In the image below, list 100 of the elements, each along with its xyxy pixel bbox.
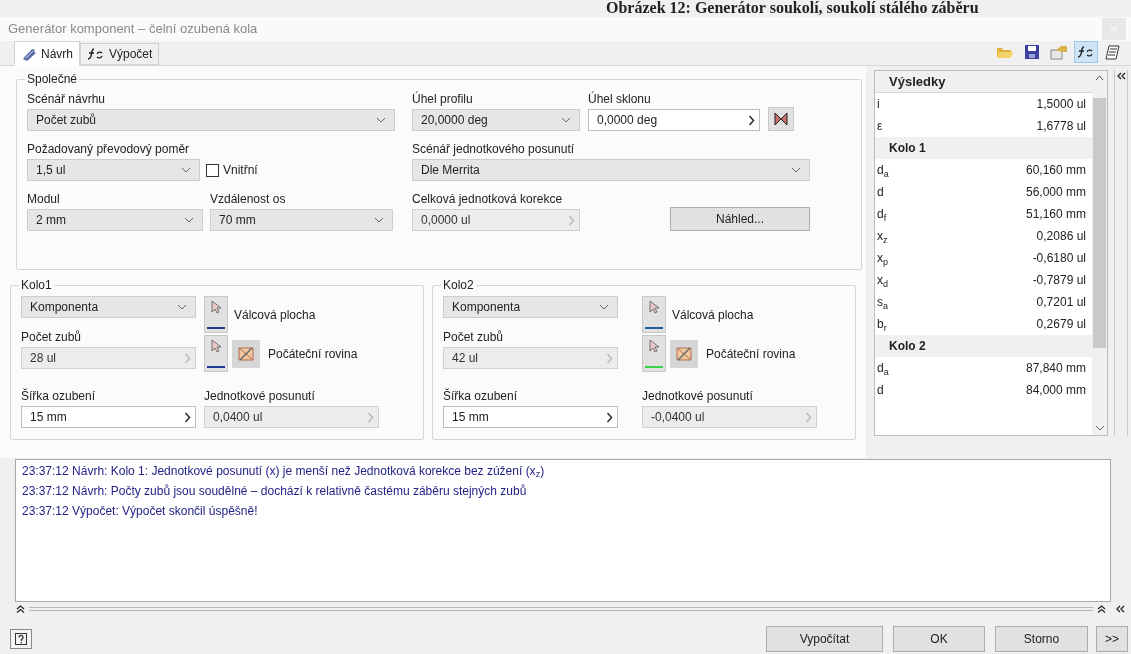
- help-button[interactable]: [10, 629, 32, 650]
- chevron-right-icon[interactable]: [748, 114, 755, 126]
- field-label: Vzdálenost os: [210, 191, 287, 207]
- input-field: 28 ul: [21, 347, 196, 370]
- result-symbol: s$_{a}$: [877, 295, 888, 310]
- field-label: Úhel profilu: [412, 90, 474, 107]
- double-chevron-up-icon[interactable]: [1097, 605, 1106, 614]
- result-symbol: b$_{r}$: [877, 317, 887, 332]
- field-label: Požadovaný převodový poměr: [27, 141, 191, 157]
- chevron-right-icon[interactable]: [184, 411, 191, 423]
- dropdown[interactable]: 2 mm: [27, 209, 203, 232]
- chevron-down-icon[interactable]: [561, 117, 571, 124]
- double-chevron-left-icon[interactable]: [1116, 72, 1126, 81]
- scrollbar-thumb[interactable]: [1093, 98, 1106, 349]
- result-value: 51,160 mm: [1025, 206, 1086, 224]
- formula-icon: [1077, 45, 1095, 60]
- notepad-icon: [1105, 44, 1121, 61]
- result-value: 84,000 mm: [1025, 382, 1086, 400]
- cross-icon: [773, 111, 789, 128]
- dropdown[interactable]: Dle Merrita: [412, 159, 810, 182]
- field-label: Počet zubů: [21, 329, 83, 345]
- result-symbol: d: [877, 383, 884, 398]
- checkbox-label[interactable]: Vnitřní: [223, 161, 258, 180]
- field-label: Počáteční rovina: [268, 345, 358, 363]
- field-label: Válcová plocha: [234, 306, 316, 324]
- dropdown[interactable]: Komponenta: [443, 296, 618, 319]
- dialog-button[interactable]: OK: [893, 626, 985, 653]
- dropdown[interactable]: Komponenta: [21, 296, 196, 319]
- checkbox[interactable]: [206, 163, 219, 177]
- chevron-down-icon[interactable]: [177, 304, 187, 311]
- field-label: Počáteční rovina: [706, 345, 796, 363]
- double-chevron-up-icon[interactable]: [16, 605, 25, 614]
- input-field: -0,0400 ul: [642, 406, 817, 429]
- field-label: Celková jednotková korekce: [412, 191, 564, 207]
- double-chevron-left-icon[interactable]: [1116, 605, 1125, 614]
- result-symbol: ε: [877, 119, 883, 134]
- chevron-down-icon[interactable]: [184, 217, 194, 224]
- scrollbar[interactable]: [1092, 71, 1107, 436]
- group-title: Kolo2: [442, 277, 475, 295]
- field-label: Úhel sklonu: [588, 90, 652, 107]
- chevron-down-icon[interactable]: [1094, 425, 1105, 432]
- dropdown[interactable]: 70 mm: [210, 209, 393, 232]
- preview-button[interactable]: Náhled...: [670, 207, 810, 232]
- input-field[interactable]: 0,0000 deg: [588, 109, 760, 132]
- result-symbol: d$_{f}$: [877, 207, 887, 222]
- result-value: 1,6778 ul: [1036, 118, 1086, 136]
- cursor-icon: [211, 300, 221, 315]
- chevron-down-icon[interactable]: [376, 117, 386, 124]
- chevron-right-icon[interactable]: [606, 411, 613, 423]
- input-field[interactable]: 15 mm: [21, 406, 196, 429]
- tab[interactable]: Návrh: [14, 41, 80, 67]
- chevron-up-icon[interactable]: [1095, 75, 1104, 82]
- field-label: Šířka ozubení: [443, 387, 519, 404]
- window-title: Generátor komponent – čelní ozubená kola: [8, 19, 258, 38]
- plane-icon: [675, 344, 693, 363]
- result-value: 0,2086 ul: [1036, 228, 1086, 246]
- results-section: Kolo 2: [875, 335, 1092, 358]
- field-label: Válcová plocha: [672, 306, 754, 324]
- results-section: Kolo 1: [875, 137, 1092, 160]
- save-icon: [1024, 44, 1040, 61]
- toolbar-button[interactable]: [1074, 41, 1098, 64]
- plane-icon: [237, 344, 255, 363]
- result-value: 0,7201 ul: [1036, 294, 1086, 312]
- expand-button[interactable]: >>: [1096, 626, 1128, 653]
- chevron-down-icon[interactable]: [374, 217, 384, 224]
- cursor-icon: [211, 339, 221, 354]
- field-label: Modul: [27, 191, 61, 207]
- export-icon: [1050, 44, 1068, 61]
- input-field: 0,0400 ul: [204, 406, 379, 429]
- select-button[interactable]: [642, 296, 666, 334]
- input-field[interactable]: 15 mm: [443, 406, 618, 429]
- tab[interactable]: Výpočet: [80, 43, 160, 66]
- dropdown[interactable]: Počet zubů: [27, 109, 395, 132]
- result-symbol: x$_{p}$: [877, 251, 888, 266]
- chevron-down-icon[interactable]: [791, 167, 801, 174]
- chevron-down-icon[interactable]: [181, 167, 191, 174]
- dialog-button[interactable]: Vypočítat: [766, 626, 883, 653]
- log-message: 23:37:12 Návrh: Kolo 1: Jednotkové posunutí (x) je menší než Jednotková korekce bez zúžení (x$_{z}$): [22, 463, 546, 480]
- select-button[interactable]: [204, 296, 228, 334]
- dropdown[interactable]: 1,5 ul: [27, 159, 200, 182]
- log-message: 23:37:12 Návrh: Počty zubů jsou soudělné – dochází k relativně častému záběru stejných zubů: [22, 483, 528, 500]
- result-value: 56,000 mm: [1025, 184, 1086, 202]
- chevron-down-icon[interactable]: [599, 304, 609, 311]
- result-value: -0,6180 ul: [1032, 250, 1086, 268]
- select-button[interactable]: [204, 335, 228, 373]
- dropdown[interactable]: 20,0000 deg: [412, 109, 580, 132]
- result-value: 87,840 mm: [1025, 360, 1086, 378]
- result-symbol: i: [877, 97, 880, 112]
- field-label: Scénář jednotkového posunutí: [412, 141, 576, 157]
- result-value: 1,5000 ul: [1036, 96, 1086, 114]
- result-value: 60,160 mm: [1025, 162, 1086, 180]
- flip-button[interactable]: [768, 107, 794, 132]
- cursor-icon: [649, 339, 659, 354]
- result-symbol: x$_{z}$: [877, 229, 888, 244]
- results-title: Výsledky: [875, 71, 1092, 94]
- input-field: 0,0000 ul: [412, 209, 580, 232]
- dialog-button[interactable]: Storno: [995, 626, 1088, 653]
- field-label: Jednotkové posunutí: [204, 388, 316, 404]
- result-value: 0,2679 ul: [1036, 316, 1086, 334]
- cursor-icon: [649, 300, 659, 315]
